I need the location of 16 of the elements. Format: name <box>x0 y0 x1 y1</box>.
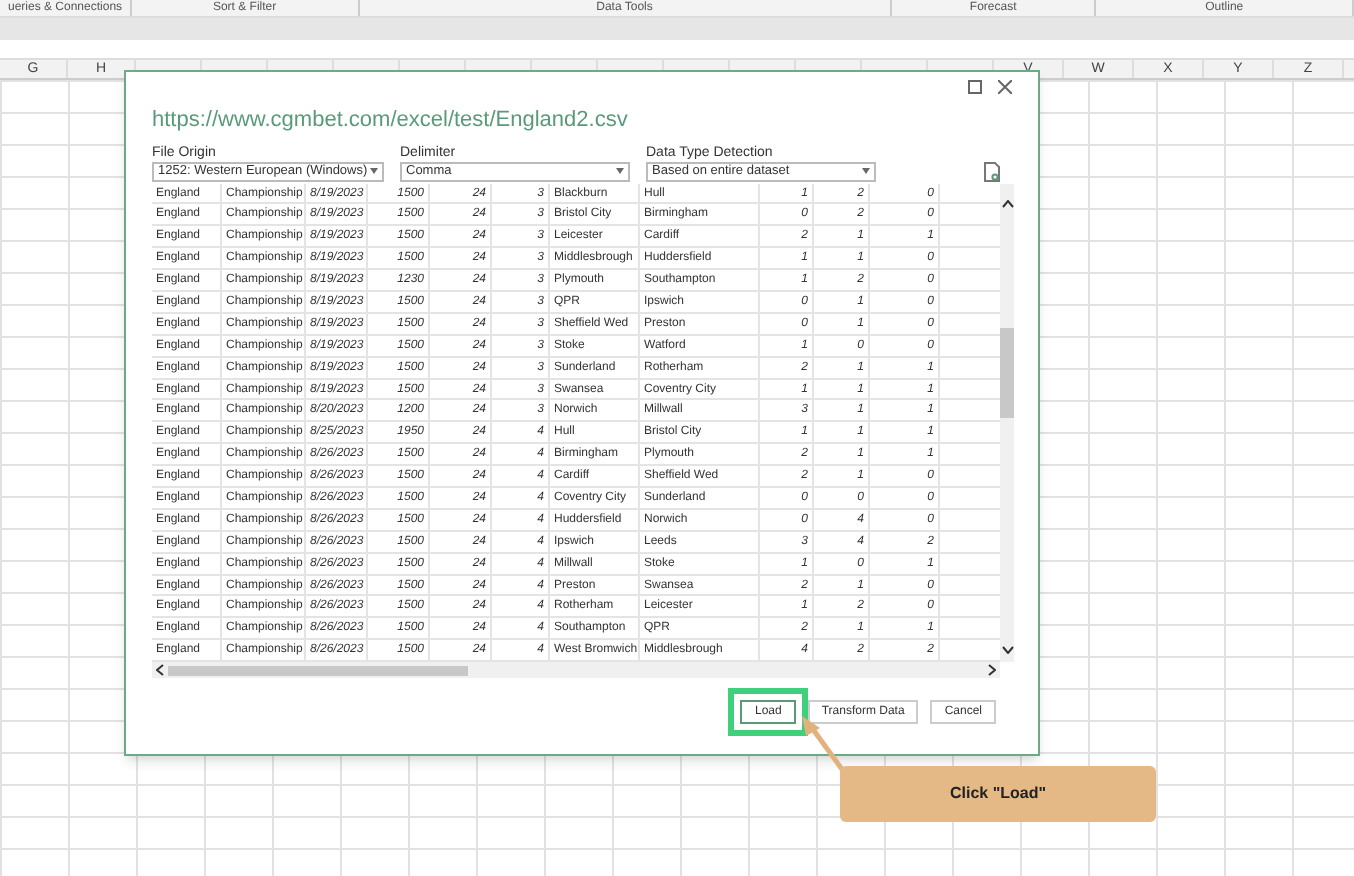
scroll-down-icon[interactable] <box>1001 645 1013 653</box>
scroll-up-icon[interactable] <box>1001 199 1013 207</box>
close-icon[interactable] <box>998 80 1012 94</box>
vertical-scrollbar[interactable] <box>1000 183 1014 661</box>
document-icon[interactable] <box>984 161 1000 181</box>
caret-icon <box>370 168 378 174</box>
callout-text: Click "Load" <box>949 782 1047 806</box>
scroll-left-icon[interactable] <box>156 664 164 677</box>
horizontal-scrollbar[interactable] <box>152 662 1000 679</box>
maximize-icon[interactable] <box>968 80 982 94</box>
scrollbar-thumb[interactable] <box>168 665 468 676</box>
scroll-right-icon[interactable] <box>988 664 996 677</box>
scrollbar-thumb[interactable] <box>1000 327 1014 417</box>
caret-icon <box>862 168 870 174</box>
dialog-title: https://www.cgmbet.com/excel/test/England2.csv <box>152 106 630 136</box>
caret-icon <box>616 168 624 174</box>
